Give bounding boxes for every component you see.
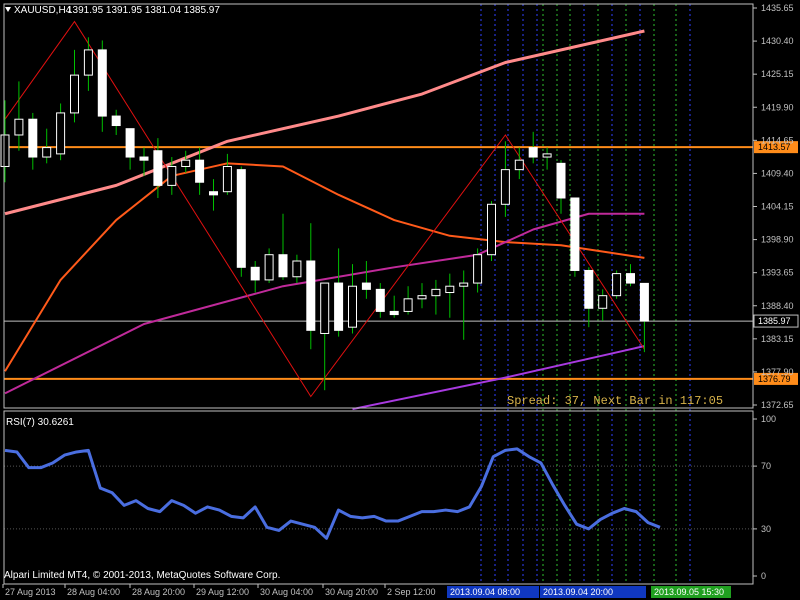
candle-body-bull xyxy=(167,165,177,186)
candle-body-bear xyxy=(584,269,594,309)
candle-body-bear xyxy=(389,310,399,316)
candle-body-bear xyxy=(139,156,149,161)
candle-body-bear xyxy=(306,260,316,331)
price-tick-label: 1388.40 xyxy=(761,301,794,311)
header: XAUUSD,H4 1391.95 1391.95 1381.04 1385.9… xyxy=(5,5,220,16)
price-tick-label: 1372.65 xyxy=(761,400,794,410)
time-tick-label: 28 Aug 04:00 xyxy=(67,587,120,597)
candle-body-bear xyxy=(361,282,371,290)
candle-body-bear xyxy=(97,49,107,117)
price-tick-label: 1377.90 xyxy=(761,367,794,377)
candle-body-bull xyxy=(445,285,455,294)
candle-body-bull xyxy=(417,295,427,300)
candle[interactable] xyxy=(236,166,246,277)
price-tick-label: 1435.65 xyxy=(761,3,794,13)
candle-body-bear xyxy=(278,254,288,278)
candle-body-bull xyxy=(598,295,608,309)
mt4-chart-window[interactable]: 1413.571385.971376.79 10070300 1435.6514… xyxy=(0,0,800,600)
candle-body-bull xyxy=(612,273,622,297)
time-tick-label: 30 Aug 04:00 xyxy=(260,587,313,597)
time-tick-label: 2 Sep 12:00 xyxy=(387,587,436,597)
time-highlight-label: 2013.09.05 15:30 xyxy=(654,587,724,597)
candle-body-bear xyxy=(250,266,260,281)
candle-body-bear xyxy=(125,128,135,158)
time-tick-label: 28 Aug 20:00 xyxy=(132,587,185,597)
candle-body-bull xyxy=(348,285,357,328)
candle-body-bull xyxy=(222,165,232,193)
candle-body-bull xyxy=(431,288,441,297)
candle-body-bear xyxy=(209,191,218,196)
price-tick-label: 1404.15 xyxy=(761,202,794,212)
candle-body-bull xyxy=(14,118,24,136)
candle-body-bull xyxy=(500,169,510,205)
time-highlight-label: 2013.09.04 08:00 xyxy=(450,587,520,597)
candle-body-bear xyxy=(111,115,121,127)
price-tick-label: 1425.15 xyxy=(761,69,794,79)
candle-body-bull xyxy=(0,134,10,167)
candle-body-bear xyxy=(639,282,649,322)
candle-body-bear xyxy=(556,162,566,199)
candle-body-bear xyxy=(528,147,538,158)
time-highlight-label: 2013.09.04 20:00 xyxy=(543,587,613,597)
candle-body-bull xyxy=(473,254,483,284)
candle-body-bear xyxy=(195,159,205,183)
price-tick-label: 1393.65 xyxy=(761,268,794,278)
candle-body-bull xyxy=(264,254,274,281)
rsi-tick-label: 0 xyxy=(761,571,766,581)
candle-body-bull xyxy=(487,203,496,256)
price-tick-label: 1383.15 xyxy=(761,334,794,344)
candle[interactable] xyxy=(570,197,580,277)
spread-info: Spread: 37, Next Bar in 117:05 xyxy=(507,394,723,408)
candle-body-bear xyxy=(236,169,246,268)
candle-body-bull xyxy=(70,74,79,114)
candle-body-bear xyxy=(28,118,38,158)
candle-body-bear xyxy=(626,273,635,284)
candle-body-bull xyxy=(320,282,330,334)
candle-body-bear xyxy=(570,197,580,271)
candle-body-bull xyxy=(292,260,302,278)
candle-body-bull xyxy=(56,112,66,155)
symbol-label: XAUUSD,H4 xyxy=(14,5,72,16)
candle[interactable] xyxy=(612,270,622,299)
time-tick-label: 30 Aug 20:00 xyxy=(325,587,378,597)
time-tick-label: 29 Aug 12:00 xyxy=(196,587,249,597)
candle[interactable] xyxy=(487,201,496,262)
candle-body-bull xyxy=(42,147,52,158)
rsi-label: RSI(7) 30.6261 xyxy=(6,417,74,428)
candle-body-bear xyxy=(334,282,344,331)
candle-body-bull xyxy=(403,298,413,312)
candle-body-bull xyxy=(459,282,469,287)
price-tick-label: 1414.65 xyxy=(761,135,794,145)
candle-body-bull xyxy=(542,153,552,158)
candle-body-bear xyxy=(153,150,163,186)
candle-body-bull xyxy=(83,49,93,76)
price-tick-label: 1398.90 xyxy=(761,235,794,245)
copyright-text: Alpari Limited MT4, © 2001-2013, MetaQuo… xyxy=(4,570,280,581)
price-tick-label: 1430.40 xyxy=(761,36,794,46)
rsi-tick-label: 30 xyxy=(761,524,771,534)
time-tick-label: 27 Aug 2013 xyxy=(5,587,56,597)
ohlc-readout: 1391.95 1391.95 1381.04 1385.97 xyxy=(67,5,220,16)
candle-body-bull xyxy=(181,159,191,167)
price-marker-label: 1385.97 xyxy=(758,316,791,326)
candle-body-bear xyxy=(375,288,385,312)
rsi-tick-label: 100 xyxy=(761,414,776,424)
price-tick-label: 1419.90 xyxy=(761,102,794,112)
price-tick-label: 1409.40 xyxy=(761,168,794,178)
rsi-tick-label: 70 xyxy=(761,461,771,471)
candle-body-bull xyxy=(514,159,524,171)
